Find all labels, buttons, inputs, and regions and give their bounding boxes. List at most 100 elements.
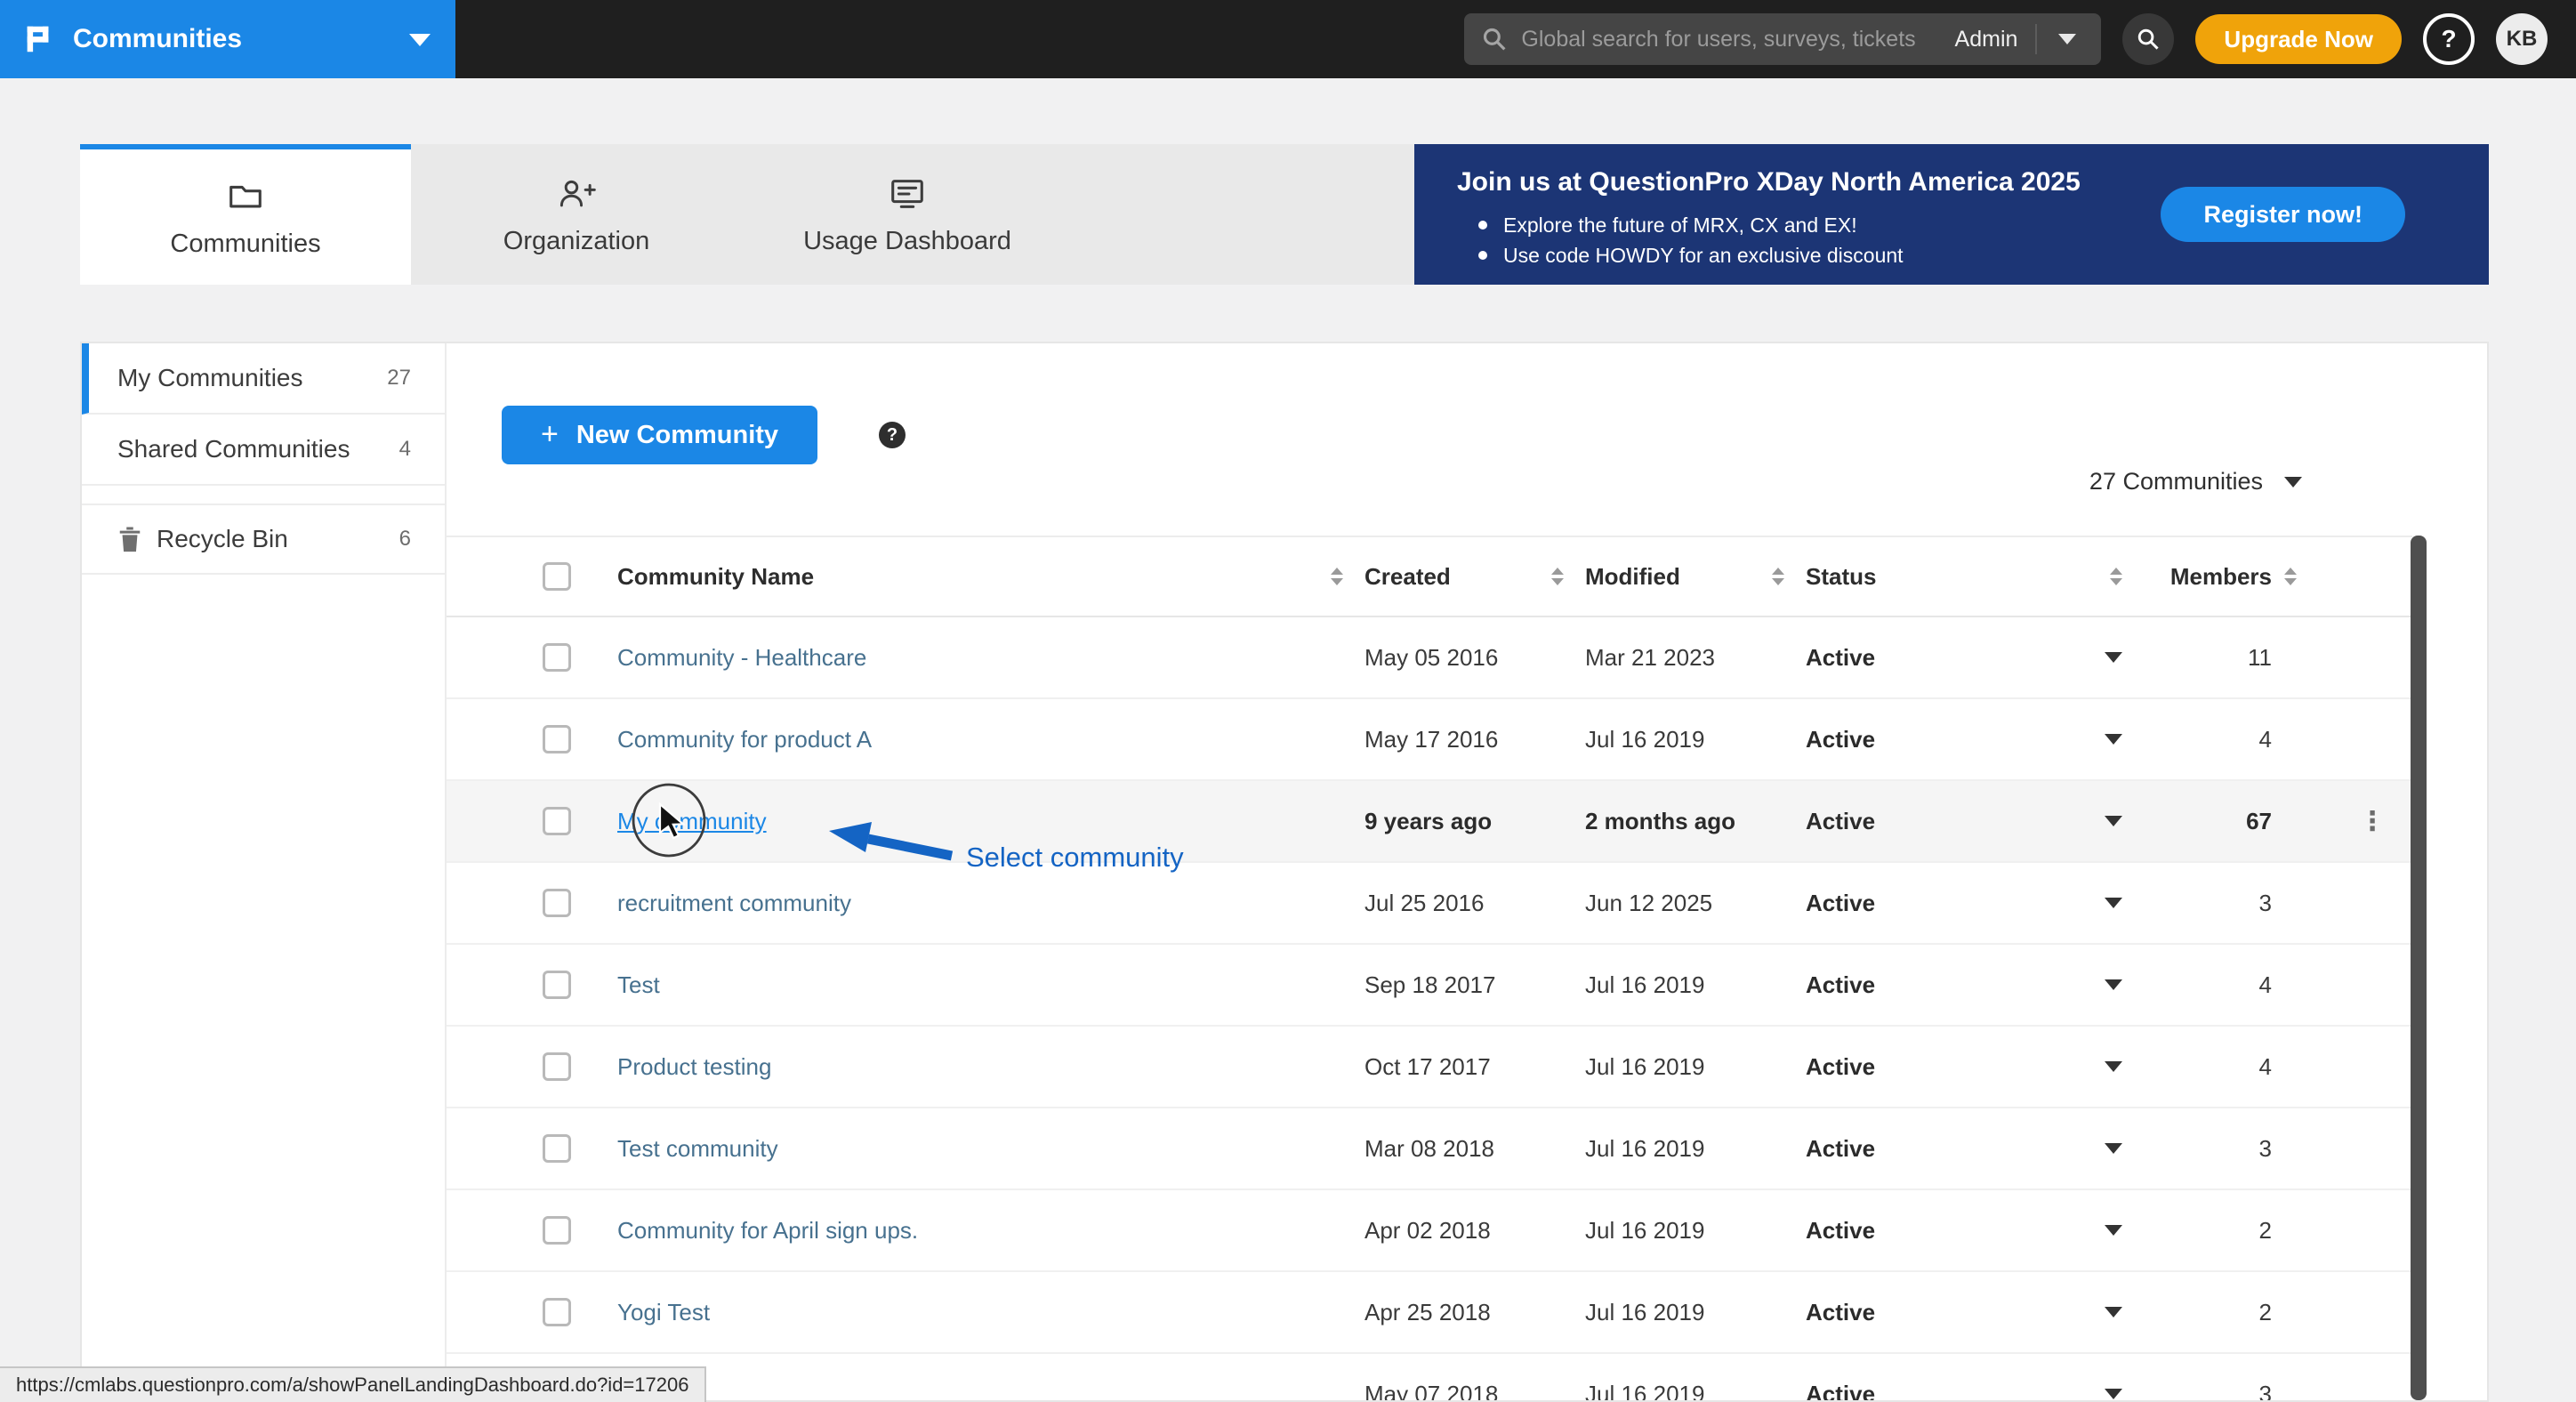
cell-modified: Jul 16 2019 — [1585, 1299, 1806, 1326]
sidebar-item-label: My Communities — [117, 364, 302, 392]
cell-status: Active — [1806, 726, 1875, 753]
global-search-input[interactable] — [1521, 27, 1944, 52]
sort-icon[interactable] — [1772, 568, 1784, 585]
search-scope-label[interactable]: Admin — [1955, 27, 2018, 52]
row-checkbox[interactable] — [543, 643, 571, 672]
help-button[interactable]: ? — [2423, 13, 2475, 65]
community-name-link[interactable]: Test — [617, 971, 660, 998]
search-button[interactable] — [2122, 13, 2174, 65]
header-status: Status — [1806, 563, 1876, 591]
status-dropdown-caret-icon[interactable] — [2105, 1143, 2122, 1154]
row-menu-icon[interactable]: ⋮ — [2359, 807, 2386, 836]
row-checkbox[interactable] — [543, 889, 571, 917]
row-checkbox[interactable] — [543, 725, 571, 753]
upgrade-now-button[interactable]: Upgrade Now — [2195, 14, 2402, 64]
cell-created: Apr 25 2018 — [1364, 1299, 1585, 1326]
new-community-label: New Community — [576, 421, 778, 450]
plus-icon: + — [541, 417, 559, 452]
sidebar-item-count: 27 — [387, 366, 411, 391]
status-dropdown-caret-icon[interactable] — [2105, 652, 2122, 663]
tab-organization[interactable]: Organization — [411, 144, 742, 285]
table-header-row: Community Name Created Modified Status — [447, 536, 2412, 617]
cell-status: Active — [1806, 808, 1875, 835]
sidebar-item-shared-communities[interactable]: Shared Communities 4 — [82, 415, 445, 486]
tab-label: Usage Dashboard — [803, 227, 1011, 256]
global-search: Admin — [1464, 13, 2101, 65]
row-checkbox[interactable] — [543, 1216, 571, 1245]
community-name-link[interactable]: Community for April sign ups. — [617, 1217, 918, 1244]
row-checkbox[interactable] — [543, 971, 571, 999]
status-dropdown-caret-icon[interactable] — [2105, 816, 2122, 826]
sidebar-item-count: 4 — [399, 437, 411, 462]
cell-created: Apr 02 2018 — [1364, 1217, 1585, 1245]
status-dropdown-caret-icon[interactable] — [2105, 1389, 2122, 1399]
table-row: Community for April sign ups. Apr 02 201… — [447, 1190, 2412, 1272]
user-avatar[interactable]: KB — [2496, 13, 2548, 65]
community-name-link[interactable]: Community for product A — [617, 726, 872, 753]
cell-members: 3 — [2144, 1135, 2297, 1163]
search-icon — [2137, 28, 2160, 51]
status-dropdown-caret-icon[interactable] — [2105, 1061, 2122, 1072]
cell-created: May 05 2016 — [1364, 644, 1585, 672]
banner-bullet: Use code HOWDY for an exclusive discount — [1457, 240, 2489, 270]
status-dropdown-caret-icon[interactable] — [2105, 1225, 2122, 1236]
sort-icon[interactable] — [2110, 568, 2122, 585]
header-members: Members — [2170, 563, 2272, 590]
cell-modified: Jul 16 2019 — [1585, 1381, 1806, 1402]
trash-icon — [117, 526, 142, 552]
cell-created: Sep 18 2017 — [1364, 971, 1585, 999]
cell-status: Active — [1806, 1299, 1875, 1326]
select-all-checkbox[interactable] — [543, 562, 571, 591]
community-name-link[interactable]: Test community — [617, 1135, 778, 1162]
register-now-button[interactable]: Register now! — [2161, 187, 2405, 242]
sort-icon[interactable] — [1551, 568, 1564, 585]
table-row: Product testing Oct 17 2017 Jul 16 2019 … — [447, 1027, 2412, 1108]
app-title: Communities — [73, 24, 242, 54]
sort-icon[interactable] — [2284, 568, 2297, 585]
search-icon — [1482, 27, 1507, 52]
cell-modified: 2 months ago — [1585, 808, 1806, 835]
communities-panel: My Communities 27 Shared Communities 4 R… — [80, 342, 2489, 1402]
cell-members: 2 — [2144, 1299, 2297, 1326]
main-content: + New Community ? 27 Communities Communi… — [447, 343, 2487, 1400]
status-dropdown-caret-icon[interactable] — [2105, 898, 2122, 908]
tab-usage-dashboard[interactable]: Usage Dashboard — [742, 144, 1073, 285]
status-dropdown-caret-icon[interactable] — [2105, 979, 2122, 990]
communities-table: Community Name Created Modified Status — [447, 536, 2412, 1402]
sidebar-item-label: Recycle Bin — [157, 525, 288, 553]
product-switcher-caret-icon[interactable] — [409, 34, 431, 46]
community-name-link[interactable]: Community - Healthcare — [617, 644, 866, 671]
cell-members: 4 — [2144, 971, 2297, 999]
cell-members: 3 — [2144, 890, 2297, 917]
status-dropdown-caret-icon[interactable] — [2105, 734, 2122, 745]
row-checkbox[interactable] — [543, 1052, 571, 1081]
cell-modified: Jul 16 2019 — [1585, 1135, 1806, 1163]
tab-communities[interactable]: Communities — [80, 144, 411, 285]
row-checkbox[interactable] — [543, 807, 571, 835]
cell-status: Active — [1806, 1217, 1875, 1245]
community-name-link[interactable]: Product testing — [617, 1053, 771, 1080]
help-icon[interactable]: ? — [879, 422, 906, 448]
sidebar-item-recycle-bin[interactable]: Recycle Bin 6 — [82, 504, 445, 575]
community-name-link[interactable]: Yogi Test — [617, 1299, 710, 1325]
sort-icon[interactable] — [1331, 568, 1343, 585]
row-checkbox[interactable] — [543, 1134, 571, 1163]
search-scope-caret-icon[interactable] — [2058, 34, 2076, 44]
cell-members: 11 — [2144, 644, 2297, 672]
add-user-icon — [555, 173, 598, 214]
cell-created: Mar 08 2018 — [1364, 1135, 1585, 1163]
row-checkbox[interactable] — [543, 1298, 571, 1326]
product-switcher[interactable]: Communities — [0, 0, 455, 78]
cell-members: 67 — [2144, 808, 2297, 835]
new-community-button[interactable]: + New Community — [502, 406, 817, 464]
table-scrollbar[interactable] — [2411, 536, 2427, 1400]
community-name-link[interactable]: My community — [617, 808, 767, 834]
cell-status: Active — [1806, 971, 1875, 999]
sidebar-item-my-communities[interactable]: My Communities 27 — [82, 343, 445, 415]
chevron-down-icon — [2284, 477, 2302, 487]
sidebar: My Communities 27 Shared Communities 4 R… — [82, 343, 447, 1400]
status-dropdown-caret-icon[interactable] — [2105, 1307, 2122, 1317]
community-name-link[interactable]: recruitment community — [617, 890, 851, 916]
communities-count-dropdown[interactable]: 27 Communities — [2089, 468, 2302, 496]
tab-bar: Communities Organization Usage D — [80, 144, 1414, 285]
